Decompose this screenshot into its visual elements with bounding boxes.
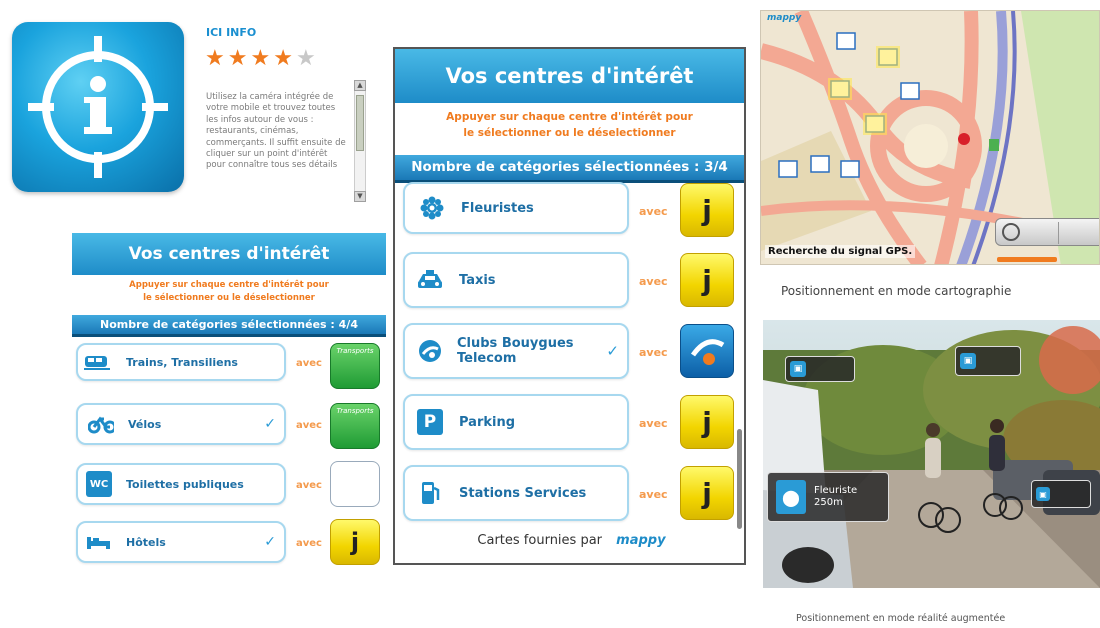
ar-view[interactable]: ▣ ▣ ⬤ Fleuriste 250m ▣ bbox=[763, 320, 1100, 588]
description-scrollbar[interactable]: ▲ ▼ bbox=[354, 80, 366, 204]
transport-badge: Transports bbox=[330, 403, 380, 449]
star-icon: ★ bbox=[273, 46, 293, 71]
instruction-text: Appuyer sur chaque centre d'intérêt pour… bbox=[72, 275, 386, 315]
mappy-map-logo: mappy bbox=[767, 13, 802, 23]
category-item-stations[interactable]: Stations Services bbox=[403, 465, 629, 521]
ar-poi-tag[interactable]: ▣ bbox=[785, 356, 855, 382]
parking-icon: P bbox=[417, 409, 443, 435]
rating-stars: ★ ★ ★ ★ ★ bbox=[205, 48, 316, 70]
ici-info-badge: j bbox=[330, 519, 380, 565]
star-icon: ★ bbox=[205, 46, 225, 71]
info-target-icon bbox=[28, 36, 168, 178]
category-item-hotels[interactable]: Hôtels ✓ bbox=[76, 521, 286, 563]
checkmark-icon: ✓ bbox=[606, 342, 619, 360]
zoom-control[interactable] bbox=[995, 218, 1099, 246]
category-item-parking[interactable]: P Parking bbox=[403, 394, 629, 450]
flower-icon bbox=[419, 195, 445, 221]
ar-poi-tag[interactable]: ▣ bbox=[955, 346, 1021, 376]
category-item-fleuristes[interactable]: Fleuristes bbox=[403, 182, 629, 234]
category-item-clubs-bouygues[interactable]: Clubs Bouygues Telecom ✓ bbox=[403, 323, 629, 379]
scroll-down-icon[interactable]: ▼ bbox=[354, 191, 366, 202]
selection-count: Nombre de catégories sélectionnées : 3/4 bbox=[395, 155, 744, 183]
map-view[interactable]: mappy Recherche du signal GPS. bbox=[760, 10, 1100, 265]
train-icon bbox=[84, 349, 110, 375]
scroll-thumb[interactable] bbox=[356, 95, 364, 151]
app-title: ICI INFO bbox=[206, 26, 257, 39]
screen-header: Vos centres d'intérêt bbox=[395, 49, 744, 103]
ar-caption: Positionnement en mode réalité augmentée bbox=[796, 613, 1006, 624]
ar-poi-tag[interactable]: ▣ bbox=[1031, 480, 1091, 508]
category-item-taxis[interactable]: Taxis bbox=[403, 252, 629, 308]
instruction-text: Appuyer sur chaque centre d'intérêt pour… bbox=[395, 103, 744, 155]
category-item-toilettes[interactable]: WC Toilettes publiques bbox=[76, 463, 286, 505]
location-pin-icon: ⬤ bbox=[776, 480, 806, 514]
map-caption: Positionnement en mode cartographie bbox=[781, 284, 1012, 298]
mappy-logo: mappy bbox=[616, 533, 666, 548]
bouygues-icon bbox=[417, 338, 443, 364]
bicycle-icon bbox=[88, 411, 114, 437]
hotel-bed-icon bbox=[86, 529, 112, 555]
ar-poi-tag-fleuriste[interactable]: ⬤ Fleuriste 250m bbox=[767, 472, 889, 522]
wc-icon: WC bbox=[86, 471, 112, 497]
screen-scrollbar[interactable] bbox=[737, 429, 742, 529]
map-provider-footer: Cartes fournies par mappy bbox=[477, 533, 666, 548]
center-screen: Vos centres d'intérêt Appuyer sur chaque… bbox=[393, 47, 746, 565]
star-icon: ★ bbox=[295, 46, 316, 71]
taxi-icon bbox=[417, 267, 443, 293]
scroll-up-icon[interactable]: ▲ bbox=[354, 80, 366, 91]
ici-info-badge: j bbox=[680, 395, 734, 449]
star-icon: ★ bbox=[227, 46, 248, 71]
transport-badge: Transports bbox=[330, 343, 380, 389]
app-description: Utilisez la caméra intégrée de votre mob… bbox=[206, 92, 346, 171]
selection-count: Nombre de catégories sélectionnées : 4/4 bbox=[72, 315, 386, 337]
category-item-velos[interactable]: Vélos ✓ bbox=[76, 403, 286, 445]
checkmark-icon: ✓ bbox=[264, 416, 276, 432]
zoom-out-icon[interactable] bbox=[1002, 223, 1020, 241]
ici-info-badge: j bbox=[680, 466, 734, 520]
map-progress bbox=[997, 257, 1057, 262]
screen-header: Vos centres d'intérêt bbox=[72, 233, 386, 275]
tiles-badge bbox=[330, 461, 380, 507]
category-item-trains[interactable]: Trains, Transiliens bbox=[76, 343, 286, 381]
ici-info-badge: j bbox=[680, 183, 734, 237]
bouygues-badge bbox=[680, 324, 734, 378]
left-screen: Vos centres d'intérêt Appuyer sur chaque… bbox=[72, 233, 386, 571]
app-icon bbox=[12, 22, 184, 192]
checkmark-icon: ✓ bbox=[264, 534, 276, 550]
star-icon: ★ bbox=[250, 46, 271, 71]
ici-info-badge: j bbox=[680, 253, 734, 307]
gps-status: Recherche du signal GPS. bbox=[765, 245, 916, 258]
fuel-pump-icon bbox=[417, 480, 443, 506]
